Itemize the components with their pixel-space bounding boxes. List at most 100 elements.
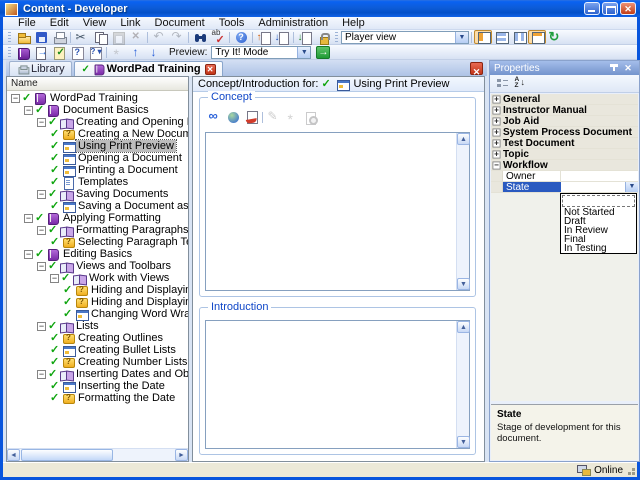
tree-item[interactable]: Inserting the Date xyxy=(7,379,188,393)
tree-item[interactable]: − Formatting Paragraphs xyxy=(7,223,188,236)
introduction-editor[interactable]: ▲ ▼ xyxy=(205,320,470,449)
collapse-icon[interactable]: − xyxy=(37,117,46,127)
menu-file[interactable]: File xyxy=(11,17,43,30)
properties-toggle-button[interactable] xyxy=(528,30,546,44)
open-button[interactable] xyxy=(14,30,32,44)
move-up-button[interactable] xyxy=(127,45,145,59)
dropdown-option[interactable]: Not Started xyxy=(561,208,636,217)
cut-button[interactable] xyxy=(73,30,91,44)
menu-edit[interactable]: Edit xyxy=(43,17,76,30)
scroll-down-icon[interactable]: ▼ xyxy=(457,278,470,290)
collapse-icon[interactable]: − xyxy=(50,273,59,283)
tree-item[interactable]: Hiding and Displaying the Ruler xyxy=(7,283,188,297)
toolbar-grip[interactable] xyxy=(335,32,338,42)
property-category-test-document[interactable]: + Test Document xyxy=(491,138,638,149)
tree-item[interactable]: − Document Basics xyxy=(7,103,188,117)
expand-icon[interactable]: + xyxy=(492,106,501,115)
split-layout-button[interactable] xyxy=(510,30,528,44)
minimize-button[interactable] xyxy=(584,2,600,15)
tree-item[interactable]: Creating Outlines xyxy=(7,331,188,345)
tree-item[interactable]: − Views and Toolbars xyxy=(7,259,188,272)
collapse-icon[interactable]: − xyxy=(37,189,46,199)
insert-web-button[interactable] xyxy=(224,110,242,124)
sort-az-button[interactable] xyxy=(511,77,529,91)
tree-item[interactable]: Using Print Preview xyxy=(7,139,188,153)
tree-item[interactable]: Templates xyxy=(7,175,188,190)
export-button[interactable] xyxy=(32,45,50,60)
concept-scrollbar[interactable]: ▲ ▼ xyxy=(456,133,470,290)
tree-item[interactable]: −Editing Basics xyxy=(7,247,188,261)
tree-item[interactable]: Printing a Document xyxy=(7,163,188,177)
move-down-button[interactable] xyxy=(145,45,163,59)
introduction-scrollbar[interactable]: ▲ ▼ xyxy=(456,321,470,448)
tree-horizontal-scrollbar[interactable]: ◄ ► xyxy=(7,448,188,461)
collapse-icon[interactable]: − xyxy=(37,261,46,271)
tab-library[interactable]: Library xyxy=(9,61,72,76)
maximize-button[interactable] xyxy=(602,2,618,15)
tree-item[interactable]: − Saving Documents xyxy=(7,187,188,200)
tree-item[interactable]: Hiding and Displaying the Status Bar xyxy=(7,295,188,309)
developer-layout-button[interactable] xyxy=(492,30,510,44)
tree-item[interactable]: − Work with Views xyxy=(7,271,188,284)
chevron-down-icon[interactable]: ▼ xyxy=(297,46,311,58)
toolbar-grip[interactable] xyxy=(8,32,11,42)
find-button[interactable] xyxy=(191,30,209,44)
save-button[interactable] xyxy=(32,30,50,44)
scroll-left-icon[interactable]: ◄ xyxy=(7,449,20,461)
property-row-state[interactable]: State ▼ xyxy=(491,182,638,193)
close-document-button[interactable] xyxy=(470,62,483,79)
get-latest-button[interactable] xyxy=(296,30,314,45)
copy-button[interactable] xyxy=(91,30,109,45)
menu-help[interactable]: Help xyxy=(335,17,372,30)
dropdown-option[interactable] xyxy=(562,195,635,207)
property-row-owner[interactable]: Owner xyxy=(491,171,638,182)
toolbar-grip[interactable] xyxy=(8,47,11,57)
tree-column-header[interactable]: Name xyxy=(7,77,188,91)
collapse-icon[interactable]: − xyxy=(24,213,33,223)
property-value[interactable]: ▼ xyxy=(561,182,638,192)
dropdown-option[interactable]: In Review xyxy=(561,226,636,235)
tree-item[interactable]: − Applying Formatting xyxy=(7,211,188,225)
collapse-icon[interactable]: − xyxy=(37,369,46,379)
categorized-button[interactable] xyxy=(493,77,511,91)
tree-item[interactable]: Creating Bullet Lists xyxy=(7,343,188,357)
check-in-button[interactable] xyxy=(273,30,291,45)
tree-item[interactable]: − Lists xyxy=(7,319,188,332)
property-category-general[interactable]: + General xyxy=(491,94,638,105)
tree-item[interactable]: − Creating and Opening Documents xyxy=(7,115,188,128)
expand-icon[interactable]: + xyxy=(492,128,501,137)
go-button[interactable] xyxy=(314,45,332,59)
property-category-system-process-document[interactable]: + System Process Document xyxy=(491,127,638,138)
property-category-instructor-manual[interactable]: + Instructor Manual xyxy=(491,105,638,116)
tab-close-icon[interactable]: ✕ xyxy=(204,63,216,75)
menu-view[interactable]: View xyxy=(76,17,114,30)
dropdown-option[interactable]: Final xyxy=(561,235,636,244)
preview-mode-combobox[interactable]: Try It! Mode ▼ xyxy=(211,45,312,59)
tree-item[interactable]: Formatting the Date xyxy=(7,391,188,405)
dropdown-option[interactable]: Draft xyxy=(561,217,636,226)
scrollbar-thumb[interactable] xyxy=(21,449,113,461)
print-button[interactable] xyxy=(50,30,68,44)
lock-button[interactable] xyxy=(314,30,332,45)
report-menu-button[interactable] xyxy=(86,45,104,60)
player-layout-button[interactable] xyxy=(474,30,492,44)
tab-wordpad-training[interactable]: WordPad Training ✕ xyxy=(73,61,223,76)
refresh-button[interactable] xyxy=(546,29,564,45)
collapse-icon[interactable]: − xyxy=(37,321,46,331)
check-out-button[interactable] xyxy=(255,30,273,45)
scroll-down-icon[interactable]: ▼ xyxy=(457,436,470,448)
resize-grip[interactable] xyxy=(632,472,635,475)
tree-item[interactable]: Opening a Document xyxy=(7,151,188,165)
tree-item[interactable]: Changing Word Wrap Options xyxy=(7,307,188,321)
collapse-icon[interactable]: − xyxy=(492,161,501,170)
spell-check-button[interactable] xyxy=(209,28,227,46)
publish-button[interactable] xyxy=(14,45,32,60)
expand-icon[interactable]: + xyxy=(492,95,501,104)
report-button[interactable] xyxy=(68,45,86,60)
property-value[interactable] xyxy=(561,171,638,181)
scroll-right-icon[interactable]: ► xyxy=(175,449,188,461)
pin-button[interactable] xyxy=(606,62,620,74)
menu-administration[interactable]: Administration xyxy=(251,17,335,30)
tree-item[interactable]: Creating a New Document xyxy=(7,127,188,141)
expand-icon[interactable]: + xyxy=(492,117,501,126)
